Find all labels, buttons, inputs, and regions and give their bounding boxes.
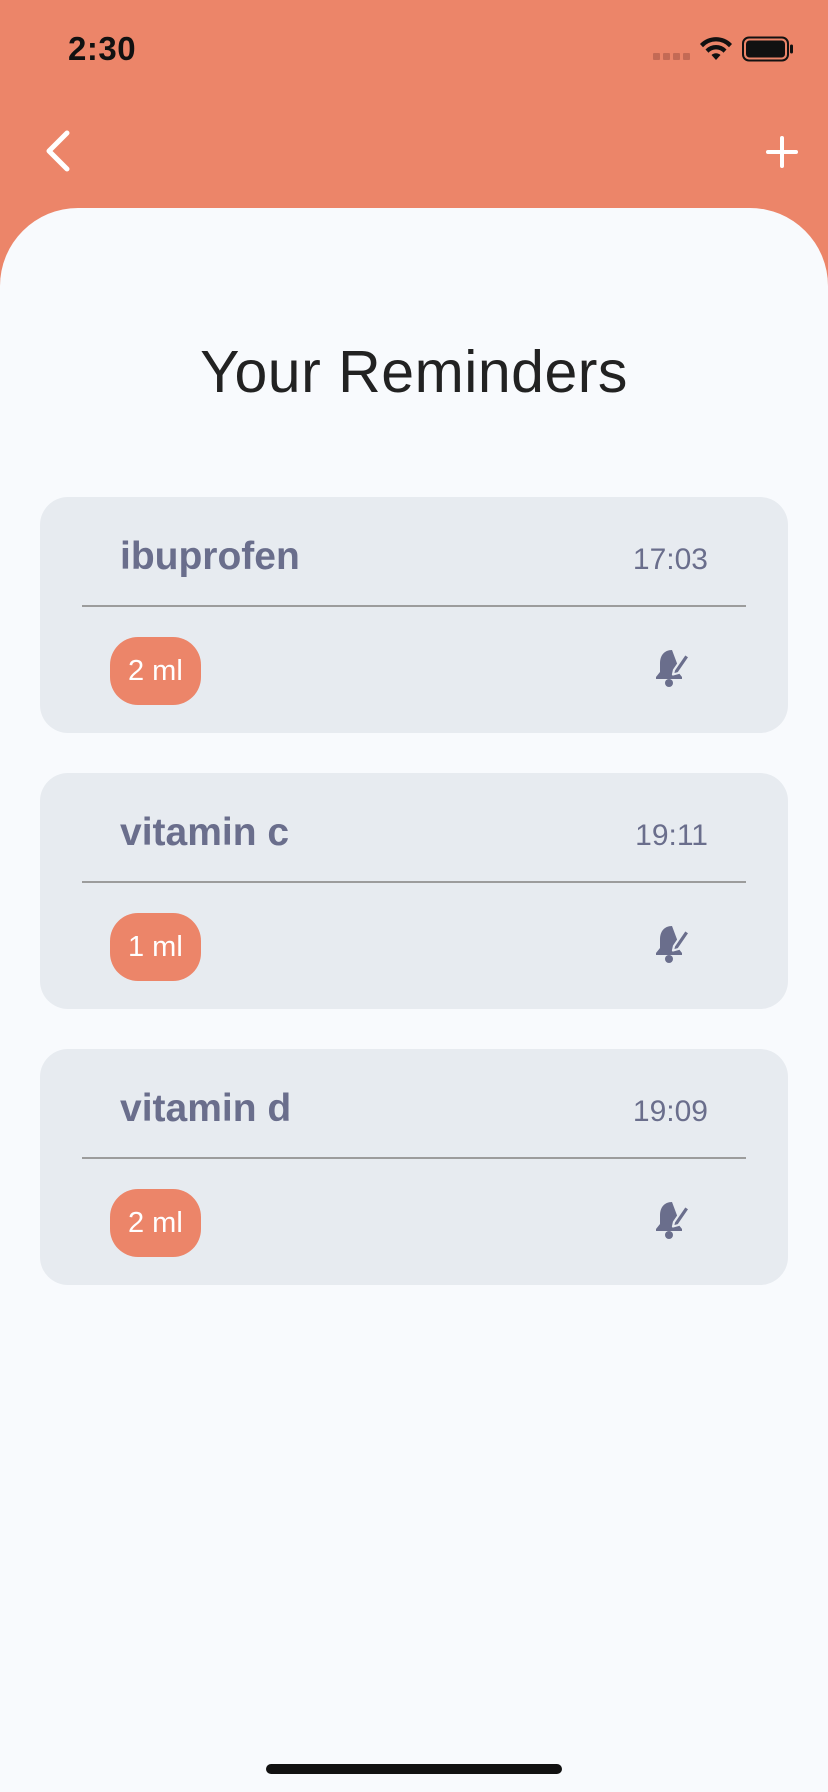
edit-reminder-button[interactable] (644, 1191, 700, 1247)
dose-badge: 2 ml (110, 1189, 201, 1257)
content-sheet: Your Reminders ibuprofen 17:03 2 ml vita… (0, 208, 828, 1792)
chevron-left-icon (46, 130, 70, 172)
status-bar: 2:30 (0, 0, 828, 100)
bell-edit-icon (656, 650, 691, 687)
dose-badge: 1 ml (110, 913, 201, 981)
home-indicator[interactable] (266, 1764, 562, 1774)
edit-reminder-button[interactable] (644, 915, 700, 971)
reminder-time: 19:09 (632, 1095, 708, 1128)
reminder-card[interactable]: vitamin c 19:11 1 ml (40, 773, 788, 1009)
back-button[interactable] (38, 125, 78, 177)
page-title: Your Reminders (200, 339, 628, 405)
divider (82, 1157, 746, 1159)
divider (82, 881, 746, 883)
add-reminder-button[interactable] (760, 130, 804, 174)
reminder-time: 17:03 (632, 543, 708, 576)
bell-edit-icon (656, 1202, 691, 1239)
plus-icon (766, 136, 798, 168)
dose-badge: 2 ml (110, 637, 201, 705)
divider (82, 605, 746, 607)
edit-reminder-button[interactable] (644, 639, 700, 695)
cellular-signal-icon (653, 53, 691, 62)
bell-edit-icon (656, 926, 691, 963)
reminder-name: vitamin c (120, 811, 290, 854)
reminder-card[interactable]: vitamin d 19:09 2 ml (40, 1049, 788, 1285)
reminder-time: 19:11 (635, 819, 708, 852)
status-time: 2:30 (68, 30, 137, 67)
reminder-name: ibuprofen (120, 535, 300, 578)
reminders-list: ibuprofen 17:03 2 ml vitamin c 19:11 1 m… (40, 497, 788, 1325)
reminder-card[interactable]: ibuprofen 17:03 2 ml (40, 497, 788, 733)
reminder-name: vitamin d (120, 1087, 292, 1130)
wifi-icon (700, 37, 732, 60)
battery-icon (742, 36, 793, 62)
